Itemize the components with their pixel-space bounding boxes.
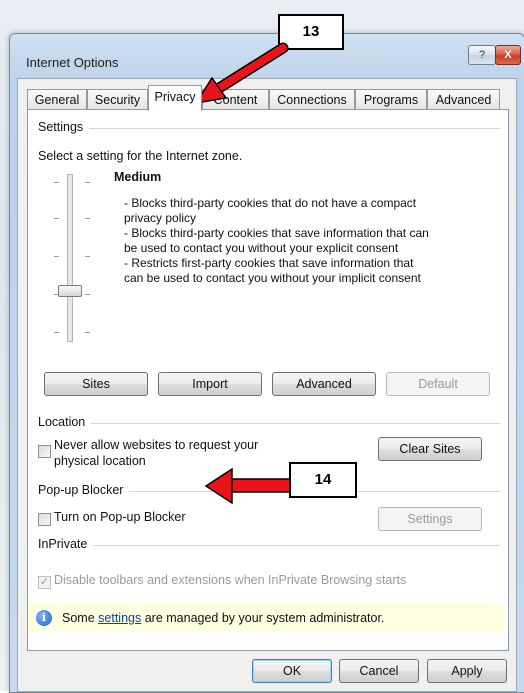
arrow-to-privacy-tab	[194, 42, 289, 105]
tab-privacy[interactable]: Privacy	[148, 85, 202, 111]
arrow-to-popup-blocker	[204, 467, 291, 505]
callout-arrows	[194, 42, 291, 505]
step-14-callout: 14	[289, 462, 357, 498]
